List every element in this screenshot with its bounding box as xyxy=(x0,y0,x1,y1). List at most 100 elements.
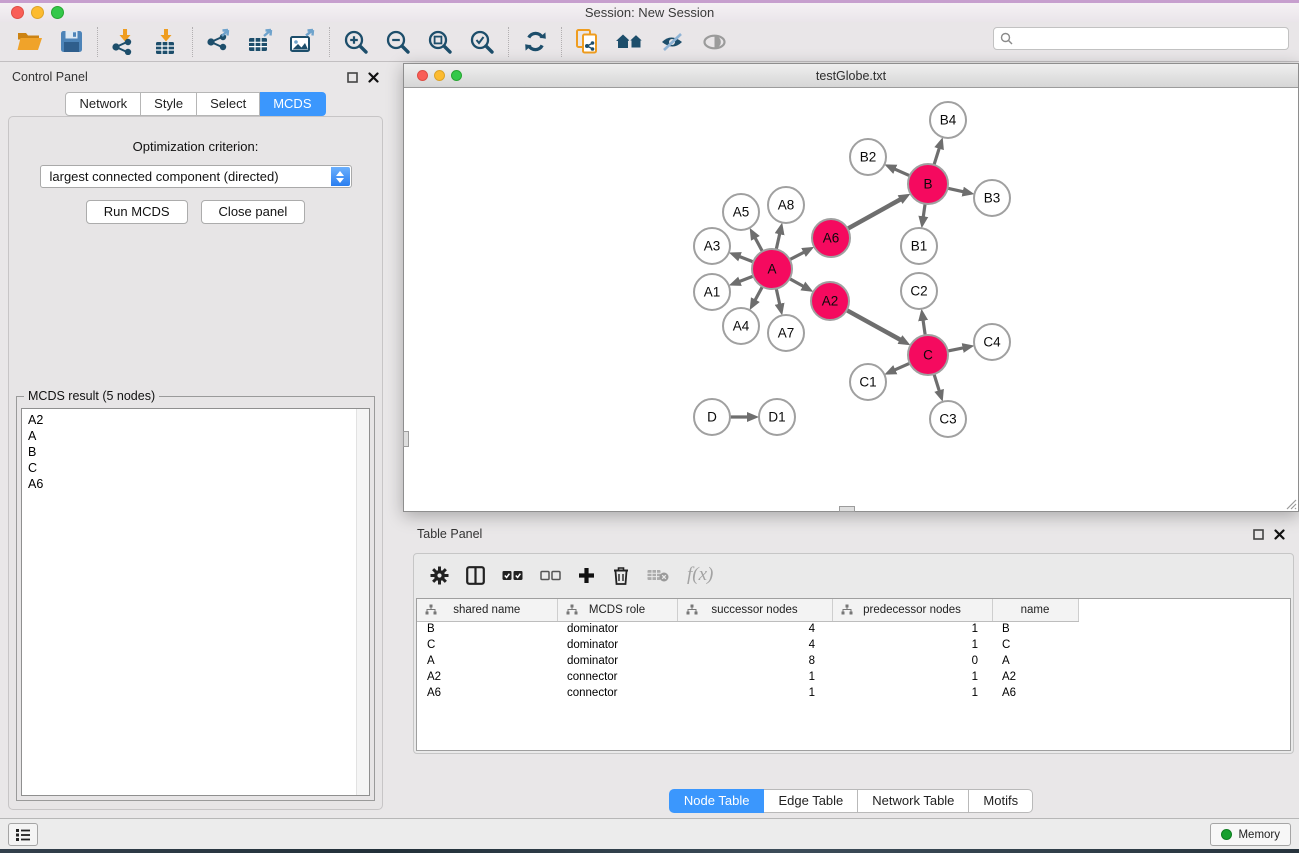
home-networks-button[interactable] xyxy=(609,25,651,59)
mcds-result-list[interactable]: A2ABCA6 xyxy=(21,408,370,796)
table-cell[interactable]: dominator xyxy=(557,637,677,653)
mcds-result-item[interactable]: A xyxy=(28,428,369,444)
table-cell[interactable]: C xyxy=(417,637,557,653)
table-cell[interactable]: A xyxy=(992,653,1078,669)
tab-mcds[interactable]: MCDS xyxy=(260,92,325,116)
create-column-button[interactable] xyxy=(578,567,595,584)
zoom-out-button[interactable] xyxy=(377,25,419,59)
column-header-name[interactable]: name xyxy=(992,599,1078,621)
table-cell[interactable]: C xyxy=(992,637,1078,653)
table-cell[interactable]: connector xyxy=(557,669,677,685)
network-graph[interactable]: AA1A2A3A4A5A6A7A8BB1B2B3B4CC1C2C3C4DD1 xyxy=(404,88,1298,511)
table-cell[interactable]: 8 xyxy=(677,653,832,669)
unselect-all-columns-button[interactable] xyxy=(540,569,561,582)
table-row[interactable]: Cdominator41C xyxy=(417,637,1290,653)
table-cell[interactable]: B xyxy=(417,621,557,637)
resize-grip-icon[interactable] xyxy=(1285,498,1297,510)
table-cell[interactable]: A2 xyxy=(992,669,1078,685)
table-cell[interactable]: A xyxy=(417,653,557,669)
table-settings-button[interactable] xyxy=(430,566,449,585)
close-panel-icon[interactable] xyxy=(1274,529,1285,540)
column-header-mcds-role[interactable]: MCDS role xyxy=(557,599,677,621)
float-panel-icon[interactable] xyxy=(347,72,358,83)
birdseye-toggle-left[interactable] xyxy=(403,431,409,447)
column-header-successor-nodes[interactable]: successor nodes xyxy=(677,599,832,621)
main-titlebar[interactable]: Session: New Session xyxy=(0,3,1299,22)
table-cell[interactable]: connector xyxy=(557,685,677,701)
float-panel-icon[interactable] xyxy=(1253,529,1264,540)
run-mcds-button[interactable]: Run MCDS xyxy=(86,200,188,224)
show-graphics-details-button[interactable] xyxy=(693,25,735,59)
birdseye-toggle-bottom[interactable] xyxy=(839,506,855,512)
result-list-scrollbar[interactable] xyxy=(356,409,369,795)
zoom-window-button[interactable] xyxy=(51,6,64,19)
tab-edge-table[interactable]: Edge Table xyxy=(764,789,858,813)
close-panel-icon[interactable] xyxy=(368,72,379,83)
column-header-shared-name[interactable]: shared name xyxy=(417,599,557,621)
table-row[interactable]: A2connector11A2 xyxy=(417,669,1290,685)
table-cell[interactable]: 1 xyxy=(832,637,992,653)
table-cell[interactable]: 1 xyxy=(677,685,832,701)
export-image-button[interactable] xyxy=(282,25,324,59)
search-field[interactable] xyxy=(993,27,1289,50)
network-close-button[interactable] xyxy=(417,70,428,81)
show-column-button[interactable] xyxy=(466,566,485,585)
delete-column-button[interactable] xyxy=(612,566,630,585)
table-cell[interactable]: B xyxy=(992,621,1078,637)
mcds-result-item[interactable]: A2 xyxy=(28,412,369,428)
table-cell[interactable]: 0 xyxy=(832,653,992,669)
network-minimize-button[interactable] xyxy=(434,70,445,81)
import-table-button[interactable] xyxy=(145,25,187,59)
table-row[interactable]: Bdominator41B xyxy=(417,621,1290,637)
zoom-fit-button[interactable] xyxy=(419,25,461,59)
import-network-button[interactable] xyxy=(103,25,145,59)
table-cell[interactable]: A6 xyxy=(992,685,1078,701)
network-zoom-button[interactable] xyxy=(451,70,462,81)
table-row[interactable]: A6connector11A6 xyxy=(417,685,1290,701)
zoom-selected-button[interactable] xyxy=(461,25,503,59)
tab-motifs[interactable]: Motifs xyxy=(969,789,1033,813)
task-history-button[interactable] xyxy=(8,823,38,846)
table-cell[interactable]: 1 xyxy=(832,669,992,685)
tab-network-table[interactable]: Network Table xyxy=(858,789,969,813)
apply-layout-button[interactable] xyxy=(514,25,556,59)
table-cell[interactable]: dominator xyxy=(557,621,677,637)
graph-edge-B-B4[interactable] xyxy=(933,148,939,167)
search-input[interactable] xyxy=(1017,32,1282,46)
open-session-button[interactable] xyxy=(8,25,50,59)
table-cell[interactable]: 4 xyxy=(677,621,832,637)
column-header-predecessor-nodes[interactable]: predecessor nodes xyxy=(832,599,992,621)
mcds-result-item[interactable]: C xyxy=(28,460,369,476)
export-network-button[interactable] xyxy=(198,25,240,59)
zoom-in-button[interactable] xyxy=(335,25,377,59)
table-cell[interactable]: 1 xyxy=(677,669,832,685)
tab-select[interactable]: Select xyxy=(197,92,260,116)
node-table[interactable]: shared nameMCDS rolesuccessor nodesprede… xyxy=(416,598,1291,751)
table-cell[interactable]: A2 xyxy=(417,669,557,685)
hide-graphics-details-button[interactable] xyxy=(651,25,693,59)
close-panel-button[interactable]: Close panel xyxy=(201,200,306,224)
new-network-from-selection-button[interactable] xyxy=(567,25,609,59)
save-session-button[interactable] xyxy=(50,25,92,59)
network-canvas[interactable]: AA1A2A3A4A5A6A7A8BB1B2B3B4CC1C2C3C4DD1 xyxy=(404,88,1298,511)
tab-network[interactable]: Network xyxy=(65,92,141,116)
criterion-dropdown[interactable]: largest connected component (directed) xyxy=(40,165,352,188)
mcds-result-item[interactable]: B xyxy=(28,444,369,460)
table-cell[interactable]: 1 xyxy=(832,685,992,701)
minimize-window-button[interactable] xyxy=(31,6,44,19)
table-cell[interactable]: 1 xyxy=(832,621,992,637)
export-table-button[interactable] xyxy=(240,25,282,59)
graph-edge-A6-B[interactable] xyxy=(846,199,901,230)
tab-node-table[interactable]: Node Table xyxy=(669,789,765,813)
graph-edge-C-C3[interactable] xyxy=(933,372,939,391)
table-row[interactable]: Adominator80A xyxy=(417,653,1290,669)
table-cell[interactable]: A6 xyxy=(417,685,557,701)
mcds-result-item[interactable]: A6 xyxy=(28,476,369,492)
memory-button[interactable]: Memory xyxy=(1210,823,1291,846)
tab-style[interactable]: Style xyxy=(141,92,197,116)
table-cell[interactable]: dominator xyxy=(557,653,677,669)
close-window-button[interactable] xyxy=(11,6,24,19)
graph-edge-A2-C[interactable] xyxy=(845,309,901,340)
network-window-titlebar[interactable]: testGlobe.txt xyxy=(404,64,1298,88)
table-cell[interactable]: 4 xyxy=(677,637,832,653)
